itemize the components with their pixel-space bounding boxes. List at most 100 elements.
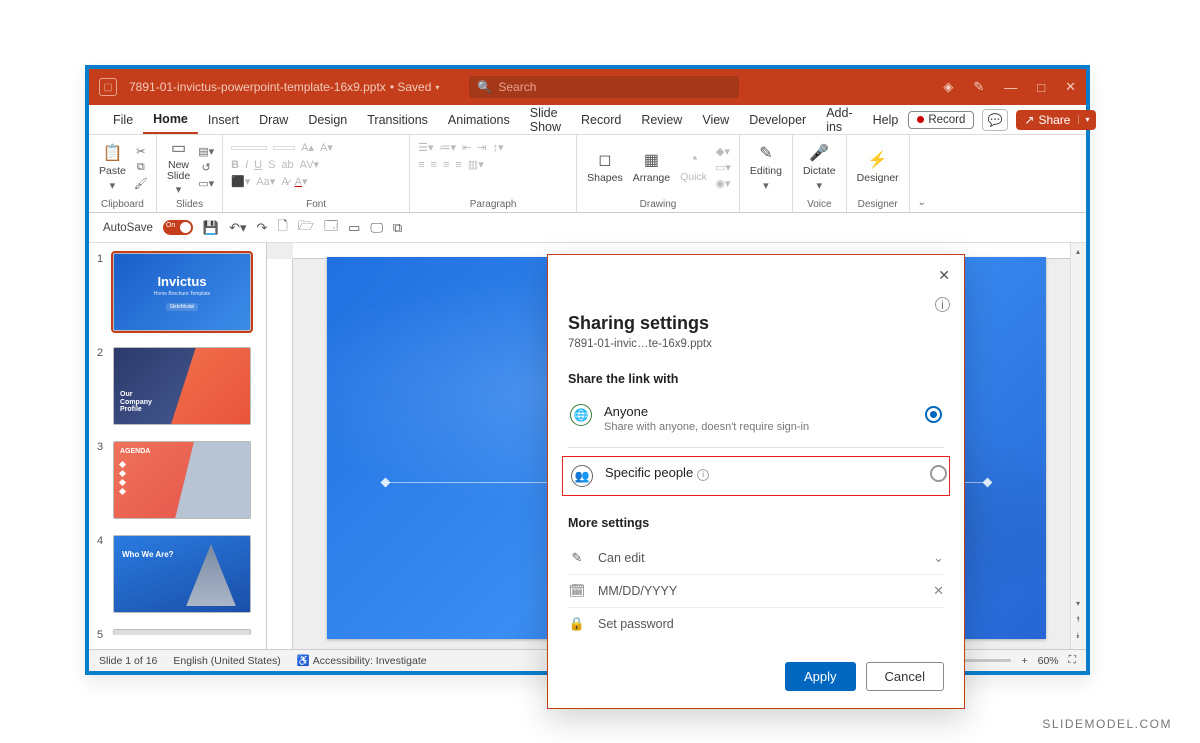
new-slide-button[interactable]: ▭New Slide▾: [165, 136, 192, 198]
premium-icon[interactable]: ◈: [943, 79, 953, 95]
clear-format-icon[interactable]: A̷: [281, 176, 288, 188]
shape-effects-icon[interactable]: ◉▾: [715, 177, 730, 190]
line-spacing-icon[interactable]: ↕▾: [492, 141, 503, 154]
autosave-toggle[interactable]: On: [163, 220, 193, 235]
section-icon[interactable]: ▭▾: [198, 177, 214, 190]
designer-button[interactable]: ⚡Designer: [855, 148, 901, 186]
dictate-button[interactable]: 🎤Dictate▾: [801, 141, 838, 194]
tab-insert[interactable]: Insert: [198, 105, 249, 134]
qat-preview-icon[interactable]: 🗔: [324, 217, 338, 239]
zoom-in-button[interactable]: +: [1021, 655, 1027, 667]
save-icon[interactable]: 💾: [203, 220, 219, 236]
font-color-icon[interactable]: A▾: [295, 175, 308, 188]
cancel-button[interactable]: Cancel: [866, 662, 944, 691]
increase-font-icon[interactable]: A▴: [301, 141, 314, 154]
shape-fill-icon[interactable]: ◆▾: [716, 145, 730, 158]
next-slide-icon[interactable]: ⯯: [1073, 631, 1083, 641]
justify-icon[interactable]: ≡: [455, 159, 461, 171]
minimize-button[interactable]: —: [1004, 80, 1017, 95]
thumbnail-3[interactable]: 3 AGENDA: [97, 441, 258, 519]
bold-icon[interactable]: B: [231, 159, 239, 171]
share-option-specific-people[interactable]: 👥 Specific peoplei: [562, 456, 950, 496]
shapes-button[interactable]: ◻Shapes: [585, 148, 625, 186]
file-name[interactable]: 7891-01-invictus-powerpoint-template-16x…: [129, 80, 386, 94]
tab-slideshow[interactable]: Slide Show: [520, 105, 571, 134]
share-dropdown-icon[interactable]: ▾: [1078, 115, 1089, 124]
qat-present-icon[interactable]: 🖵: [370, 220, 383, 236]
tab-addins[interactable]: Add-ins: [816, 105, 862, 134]
highlight-icon[interactable]: ⬛▾: [231, 175, 250, 188]
reset-icon[interactable]: ↺: [202, 161, 211, 174]
share-button[interactable]: ↗ Share ▾: [1016, 110, 1095, 130]
tab-draw[interactable]: Draw: [249, 105, 298, 134]
cut-icon[interactable]: ✂: [136, 145, 145, 158]
shape-outline-icon[interactable]: ▭▾: [715, 161, 731, 174]
pencil-icon[interactable]: ✎: [973, 79, 984, 95]
tab-help[interactable]: Help: [863, 105, 909, 134]
apply-button[interactable]: Apply: [785, 662, 856, 691]
tab-transitions[interactable]: Transitions: [357, 105, 438, 134]
slide-counter[interactable]: Slide 1 of 16: [99, 655, 157, 667]
thumbnail-1[interactable]: 1 Invictus Home Brochure Template SlideM…: [97, 253, 258, 331]
align-left-icon[interactable]: ≡: [418, 159, 424, 171]
expiry-date-row[interactable]: 🗓 MM/DD/YYYY ✕: [568, 575, 944, 608]
qat-open-icon[interactable]: 🗁: [298, 217, 314, 239]
shadow-icon[interactable]: ab: [281, 159, 293, 171]
radio-specific[interactable]: [930, 465, 947, 482]
arrange-button[interactable]: ▦Arrange: [631, 148, 672, 186]
scroll-up-icon[interactable]: ▴: [1073, 247, 1083, 257]
password-row[interactable]: 🔒 Set password: [568, 608, 944, 640]
clear-date-icon[interactable]: ✕: [933, 583, 944, 599]
underline-icon[interactable]: U: [254, 159, 262, 171]
italic-icon[interactable]: I: [245, 159, 248, 171]
indent-left-icon[interactable]: ⇤: [462, 141, 471, 154]
tab-view[interactable]: View: [692, 105, 739, 134]
tab-design[interactable]: Design: [298, 105, 357, 134]
thumbnail-5[interactable]: 5: [97, 629, 258, 641]
numbering-icon[interactable]: ≔▾: [440, 141, 457, 154]
spacing-icon[interactable]: AV▾: [300, 158, 319, 171]
strike-icon[interactable]: S: [268, 159, 275, 171]
align-right-icon[interactable]: ≡: [443, 159, 449, 171]
share-option-anyone[interactable]: 🌐 Anyone Share with anyone, doesn't requ…: [568, 398, 944, 439]
align-center-icon[interactable]: ≡: [431, 159, 437, 171]
thumbnail-4[interactable]: 4 Who We Are?: [97, 535, 258, 613]
zoom-level[interactable]: 60%: [1038, 655, 1059, 667]
accessibility-status[interactable]: ♿ Accessibility: Investigate: [297, 654, 427, 667]
tab-developer[interactable]: Developer: [739, 105, 816, 134]
record-button[interactable]: Record: [908, 111, 974, 129]
case-icon[interactable]: Aa▾: [256, 175, 275, 188]
radio-anyone[interactable]: [925, 406, 942, 423]
undo-icon[interactable]: ↶▾: [229, 220, 246, 236]
quick-styles-button[interactable]: ◔Quick: [678, 149, 709, 185]
prev-slide-icon[interactable]: ⯭: [1073, 615, 1083, 625]
paste-button[interactable]: 📋Paste▾: [97, 141, 128, 194]
tab-home[interactable]: Home: [143, 105, 198, 134]
qat-new-icon[interactable]: 🗋: [277, 217, 287, 239]
dialog-info-icon[interactable]: i: [935, 297, 950, 312]
font-family-select[interactable]: [231, 146, 267, 150]
thumbnail-2[interactable]: 2 Our Company Profile: [97, 347, 258, 425]
scroll-down-icon[interactable]: ▾: [1073, 599, 1083, 609]
dialog-close-button[interactable]: ✕: [938, 267, 950, 284]
fit-window-button[interactable]: ⛶: [1069, 654, 1076, 667]
editing-button[interactable]: ✎Editing▾: [748, 141, 784, 194]
comments-button[interactable]: 💬: [982, 109, 1008, 131]
copy-icon[interactable]: ⧉: [137, 161, 145, 174]
bullets-icon[interactable]: ☰▾: [418, 141, 433, 154]
language-status[interactable]: English (United States): [173, 655, 280, 667]
font-size-select[interactable]: [273, 146, 295, 150]
format-painter-icon[interactable]: 🖌: [134, 177, 148, 190]
specific-info-icon[interactable]: i: [697, 469, 709, 481]
qat-copy-icon[interactable]: ⧉: [393, 220, 402, 236]
tab-review[interactable]: Review: [631, 105, 692, 134]
tab-file[interactable]: File: [103, 105, 143, 134]
filename-dropdown-icon[interactable]: ▾: [435, 83, 439, 92]
indent-right-icon[interactable]: ⇥: [477, 141, 486, 154]
ribbon-collapse-button[interactable]: ⌄: [910, 135, 934, 212]
close-button[interactable]: ✕: [1065, 79, 1076, 95]
permission-row[interactable]: ✎ Can edit ⌄: [568, 542, 944, 575]
tab-animations[interactable]: Animations: [438, 105, 520, 134]
tab-record[interactable]: Record: [571, 105, 631, 134]
qat-slideshow-icon[interactable]: ▭: [348, 220, 360, 236]
